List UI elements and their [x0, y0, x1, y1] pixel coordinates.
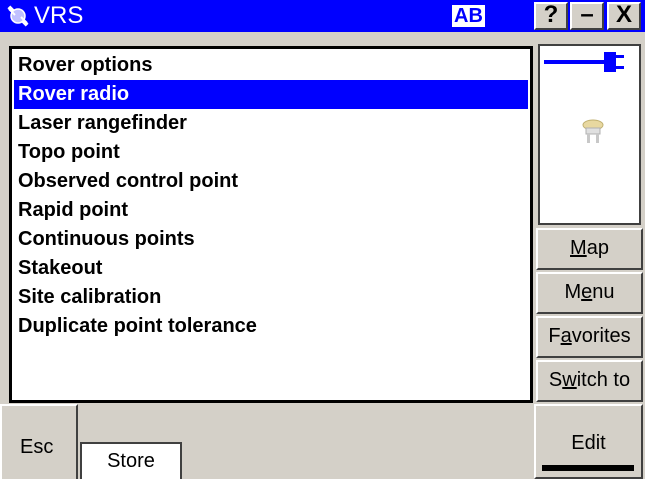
close-button[interactable]: X	[607, 2, 641, 30]
list-item-rover-options[interactable]: Rover options	[14, 51, 528, 80]
input-mode-indicator[interactable]: AB	[452, 5, 485, 27]
edit-button[interactable]: Edit	[534, 404, 643, 479]
edit-button-label: Edit	[571, 432, 606, 454]
map-mnemonic: M	[570, 237, 587, 259]
softkey-bar: Esc Store Edit	[0, 404, 645, 479]
map-button[interactable]: Map	[536, 228, 643, 270]
help-button[interactable]: ?	[534, 2, 568, 30]
list-item-site-calibration[interactable]: Site calibration	[14, 283, 528, 312]
list-item-observed-control-point[interactable]: Observed control point	[14, 167, 528, 196]
list-item-stakeout[interactable]: Stakeout	[14, 254, 528, 283]
status-panel[interactable]	[538, 44, 641, 225]
list-item-duplicate-point-tolerance[interactable]: Duplicate point tolerance	[14, 312, 528, 341]
menu-mnemonic: e	[581, 281, 593, 303]
satellite-app-icon	[7, 5, 29, 27]
minimize-button[interactable]: –	[570, 2, 604, 30]
menu-button[interactable]: Menu	[536, 272, 643, 314]
list-item-rover-radio[interactable]: Rover radio	[14, 80, 528, 109]
switch-to-button[interactable]: Switch to	[536, 360, 643, 402]
list-item-topo-point[interactable]: Topo point	[14, 138, 528, 167]
list-item-continuous-points[interactable]: Continuous points	[14, 225, 528, 254]
power-connector-icon	[544, 52, 624, 72]
softkey-indicator	[542, 465, 634, 471]
list-item-rapid-point[interactable]: Rapid point	[14, 196, 528, 225]
switch-to-mnemonic: w	[562, 369, 577, 391]
options-list[interactable]: Rover options Rover radio Laser rangefin…	[9, 46, 533, 403]
favorites-button[interactable]: Favorites	[536, 316, 643, 358]
gps-receiver-icon	[582, 119, 604, 143]
status-icons	[544, 52, 624, 143]
store-button[interactable]: Store	[80, 442, 182, 479]
list-item-laser-rangefinder[interactable]: Laser rangefinder	[14, 109, 528, 138]
window-title: VRS	[34, 2, 84, 29]
favorites-mnemonic: a	[560, 325, 572, 347]
esc-button[interactable]: Esc	[0, 404, 78, 479]
title-bar: VRS AB ? – X	[0, 0, 645, 32]
